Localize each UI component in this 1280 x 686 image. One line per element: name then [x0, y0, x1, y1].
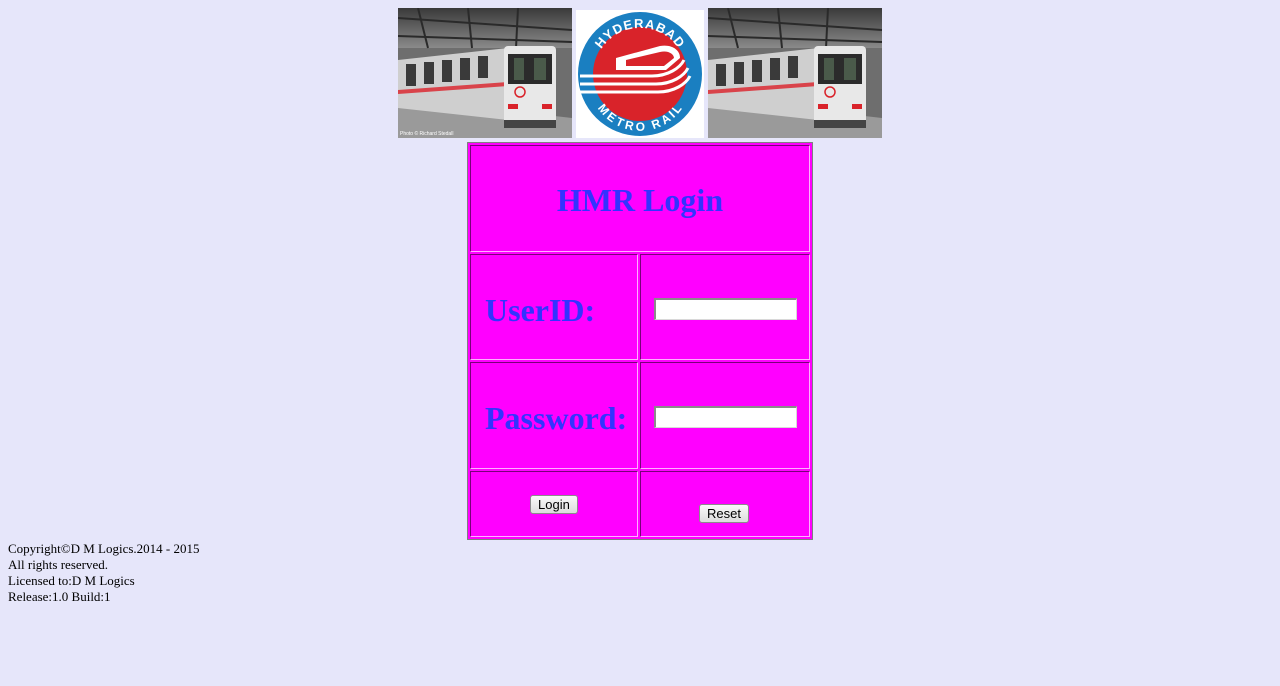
- login-title: HMR Login: [556, 182, 724, 218]
- metro-train-image-right: [708, 8, 882, 138]
- userid-label-cell: UserID:: [470, 254, 638, 360]
- password-label: Password:: [485, 400, 628, 436]
- userid-input-cell: [640, 254, 810, 360]
- password-label-cell: Password:: [470, 362, 638, 469]
- login-button[interactable]: Login: [530, 495, 578, 514]
- metro-train-image-left: Photo © Richard Stedall: [398, 8, 572, 138]
- footer: Copyright©D M Logics.2014 - 2015 All rig…: [8, 541, 200, 605]
- release-text: Release:1.0 Build:1: [8, 589, 111, 604]
- userid-input[interactable]: [654, 298, 797, 320]
- photo-credit: Photo © Richard Stedall: [400, 130, 453, 137]
- copyright-text: Copyright©D M Logics.2014 - 2015: [8, 541, 200, 556]
- reset-button-cell: Reset: [640, 471, 810, 537]
- login-button-cell: Login: [470, 471, 638, 537]
- password-input[interactable]: [654, 406, 797, 428]
- userid-label: UserID:: [485, 292, 596, 328]
- rights-text: All rights reserved.: [8, 557, 109, 572]
- license-text: Licensed to:D M Logics: [8, 573, 135, 588]
- reset-button[interactable]: Reset: [699, 504, 749, 523]
- page: Photo © Richard Stedall HYDERABAD METRO …: [0, 0, 1280, 686]
- hyderabad-metro-rail-logo: HYDERABAD METRO RAIL: [576, 10, 704, 138]
- password-input-cell: [640, 362, 810, 469]
- login-title-cell: HMR Login: [470, 145, 810, 252]
- header-banner: Photo © Richard Stedall HYDERABAD METRO …: [398, 8, 882, 138]
- login-form: HMR Login UserID: Password: Login Reset: [467, 142, 813, 540]
